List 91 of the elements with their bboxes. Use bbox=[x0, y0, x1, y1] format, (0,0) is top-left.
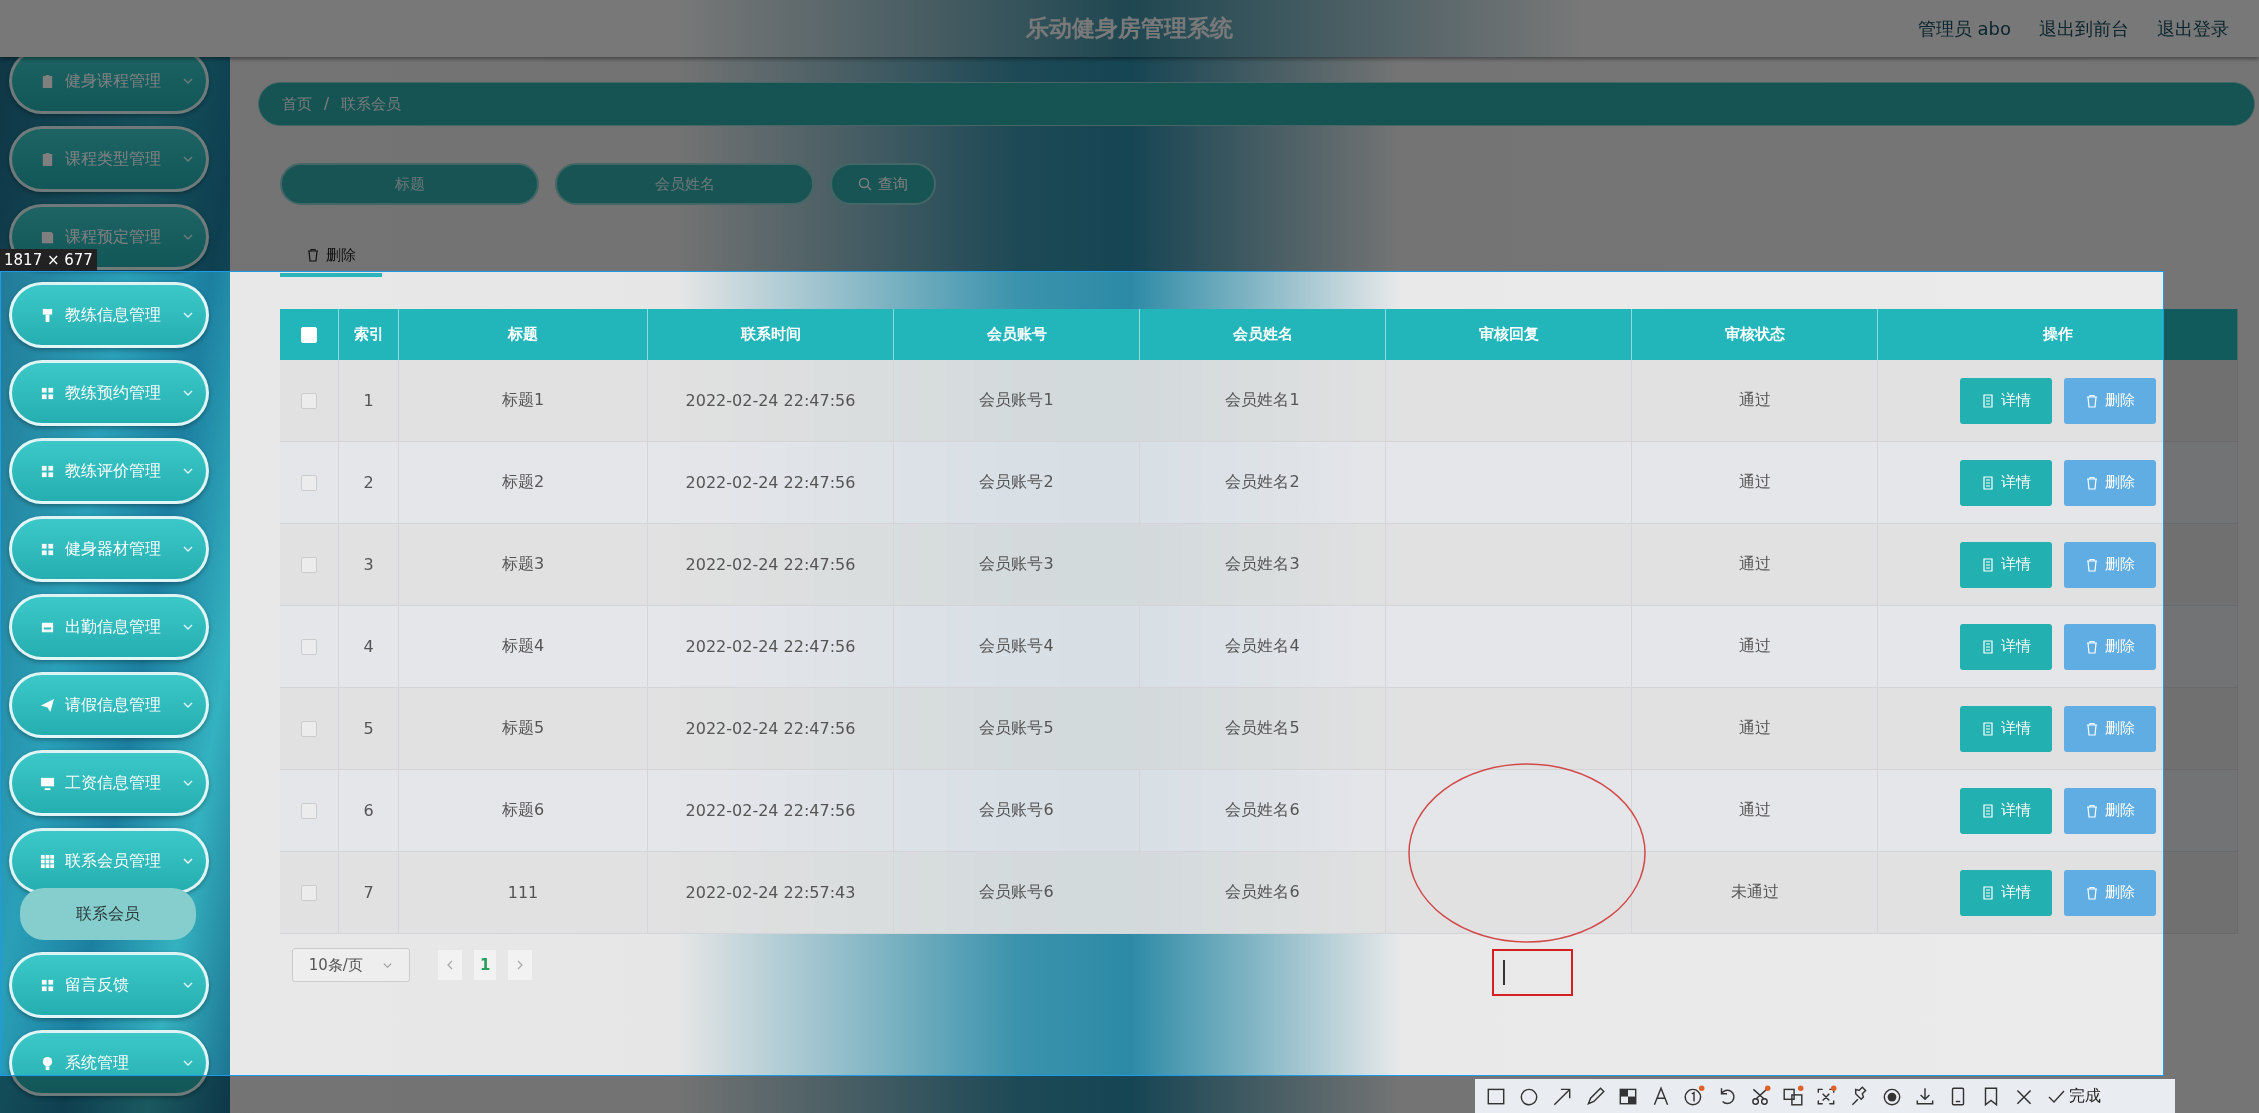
table-cell: 2022-02-24 22:47:56 bbox=[685, 391, 856, 410]
table-cell: 111 bbox=[507, 883, 539, 902]
table-cell: 标题1 bbox=[501, 390, 545, 411]
delete-button[interactable]: 删除 bbox=[280, 237, 382, 277]
table-cell: 通过 bbox=[1738, 718, 1771, 739]
delete-button[interactable]: 删除 bbox=[2063, 541, 2156, 588]
table-cell: 标题4 bbox=[501, 636, 545, 657]
column-header: 索引 bbox=[353, 325, 384, 344]
sidebar-item[interactable]: 留言反馈 bbox=[9, 952, 209, 1018]
details-button[interactable]: 详情 bbox=[1959, 787, 2052, 834]
delete-button[interactable]: 删除 bbox=[2063, 377, 2156, 424]
header-link[interactable]: 退出到前台 bbox=[2039, 16, 2129, 41]
sidebar-item[interactable]: 系统管理 bbox=[9, 1030, 209, 1096]
sidebar-item[interactable]: 教练预约管理 bbox=[9, 360, 209, 426]
table-cell: 会员账号1 bbox=[979, 390, 1054, 411]
header-link[interactable]: 退出登录 bbox=[2157, 16, 2229, 41]
delete-button[interactable]: 删除 bbox=[2063, 623, 2156, 670]
admin-label: 管理员 abo bbox=[1917, 16, 2011, 41]
page-number[interactable]: 1 bbox=[474, 950, 497, 980]
table-cell: 2022-02-24 22:47:56 bbox=[685, 473, 856, 492]
table-cell: 标题3 bbox=[501, 554, 545, 575]
table-cell: 会员账号6 bbox=[979, 800, 1054, 821]
column-header: 审核状态 bbox=[1724, 325, 1785, 344]
sidebar-item[interactable]: 课程类型管理 bbox=[9, 126, 209, 192]
details-button[interactable]: 详情 bbox=[1959, 541, 2052, 588]
column-header: 操作 bbox=[2042, 325, 2073, 344]
details-button[interactable]: 详情 bbox=[1959, 705, 2052, 752]
table-cell: 会员账号2 bbox=[979, 472, 1054, 493]
table-cell: 2022-02-24 22:47:56 bbox=[685, 719, 856, 738]
table-cell: 会员姓名4 bbox=[1225, 636, 1300, 657]
details-button[interactable]: 详情 bbox=[1959, 623, 2052, 670]
table-cell: 通过 bbox=[1738, 636, 1771, 657]
table-cell: 3 bbox=[363, 555, 374, 574]
table-cell: 会员账号4 bbox=[979, 636, 1054, 657]
sidebar-item[interactable]: 联系会员管理 bbox=[9, 828, 209, 894]
table-cell: 会员姓名5 bbox=[1225, 718, 1300, 739]
table-cell: 会员账号5 bbox=[979, 718, 1054, 739]
table-cell: 未通过 bbox=[1730, 882, 1779, 903]
table-cell: 2022-02-24 22:47:56 bbox=[685, 637, 856, 656]
sidebar-item[interactable]: 教练信息管理 bbox=[9, 282, 209, 348]
table-cell: 2 bbox=[363, 473, 374, 492]
details-button[interactable]: 详情 bbox=[1959, 869, 2052, 916]
table-cell: 会员账号6 bbox=[979, 882, 1054, 903]
breadcrumb-link[interactable]: 首页 bbox=[282, 94, 312, 114]
table-cell: 通过 bbox=[1738, 800, 1771, 821]
done-button[interactable]: 完成 bbox=[2046, 1085, 2101, 1107]
table-cell: 6 bbox=[363, 801, 374, 820]
table-cell: 会员姓名6 bbox=[1225, 882, 1300, 903]
search-field[interactable]: 标题 bbox=[280, 163, 539, 205]
table-cell: 会员姓名1 bbox=[1225, 390, 1300, 411]
table-cell: 会员姓名2 bbox=[1225, 472, 1300, 493]
selection-size-label: 1817 × 677 bbox=[0, 249, 97, 271]
sidebar-item[interactable]: 出勤信息管理 bbox=[9, 594, 209, 660]
app-title: 乐动健身房管理系统 bbox=[1026, 14, 1233, 43]
search-button[interactable]: 查询 bbox=[830, 163, 936, 205]
table-cell: 通过 bbox=[1738, 390, 1771, 411]
search-field[interactable]: 会员姓名 bbox=[555, 163, 814, 205]
delete-button[interactable]: 删除 bbox=[2063, 705, 2156, 752]
sidebar-item[interactable]: 教练评价管理 bbox=[9, 438, 209, 504]
details-button[interactable]: 详情 bbox=[1959, 377, 2052, 424]
column-header: 联系时间 bbox=[740, 325, 801, 344]
table-cell: 1 bbox=[363, 391, 374, 410]
table-cell: 2022-02-24 22:47:56 bbox=[685, 801, 856, 820]
table-cell: 标题2 bbox=[501, 472, 545, 493]
table-cell: 4 bbox=[363, 637, 374, 656]
sidebar-item[interactable]: 工资信息管理 bbox=[9, 750, 209, 816]
table-cell: 2022-02-24 22:47:56 bbox=[685, 555, 856, 574]
details-button[interactable]: 详情 bbox=[1959, 459, 2052, 506]
delete-button[interactable]: 删除 bbox=[2063, 869, 2156, 916]
breadcrumb-link[interactable]: 联系会员 bbox=[341, 94, 402, 114]
delete-button[interactable]: 删除 bbox=[2063, 459, 2156, 506]
table-cell: 通过 bbox=[1738, 554, 1771, 575]
table-cell: 7 bbox=[363, 883, 374, 902]
table-cell: 标题6 bbox=[501, 800, 545, 821]
breadcrumb-separator: / bbox=[324, 95, 330, 113]
page-size-select[interactable]: 10条/页 bbox=[292, 948, 410, 982]
table-cell: 2022-02-24 22:57:43 bbox=[685, 883, 856, 902]
table-cell: 会员姓名6 bbox=[1225, 800, 1300, 821]
table-cell: 会员姓名3 bbox=[1225, 554, 1300, 575]
delete-button[interactable]: 删除 bbox=[2063, 787, 2156, 834]
table-cell: 通过 bbox=[1738, 472, 1771, 493]
sidebar-item[interactable]: 请假信息管理 bbox=[9, 672, 209, 738]
table-cell: 会员账号3 bbox=[979, 554, 1054, 575]
table-cell: 5 bbox=[363, 719, 374, 738]
column-header: 会员姓名 bbox=[1232, 325, 1293, 344]
table-cell: 标题5 bbox=[501, 718, 545, 739]
column-header: 标题 bbox=[508, 325, 538, 344]
column-header: 审核回复 bbox=[1478, 325, 1539, 344]
sidebar-item[interactable]: 健身器材管理 bbox=[9, 516, 209, 582]
column-header: 会员账号 bbox=[986, 325, 1047, 344]
submenu-item[interactable]: 联系会员 bbox=[20, 888, 196, 940]
